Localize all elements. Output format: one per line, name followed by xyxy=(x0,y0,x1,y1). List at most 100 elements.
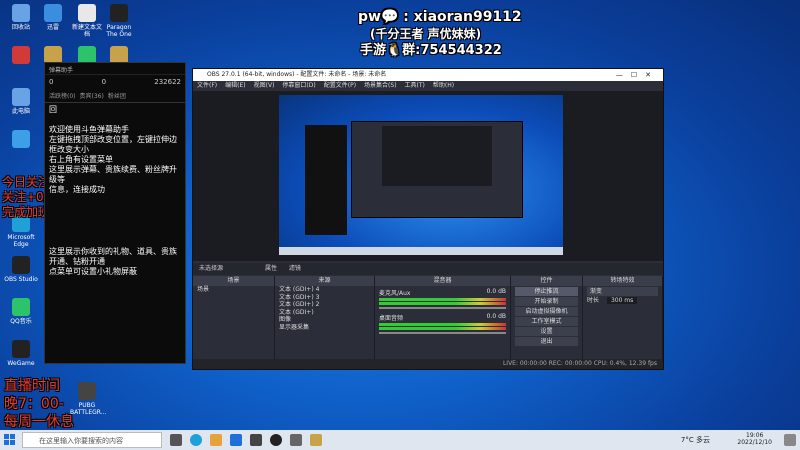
menu-file[interactable]: 文件(F) xyxy=(197,81,217,91)
obs-titlebar[interactable]: OBS 27.0.1 (64-bit, windows) - 配置文件: 未命名… xyxy=(193,69,663,81)
tab-fans[interactable]: 粉丝团 xyxy=(108,91,126,100)
app-icon[interactable] xyxy=(290,434,302,446)
menu-view[interactable]: 视图(V) xyxy=(254,81,275,91)
virtual-camera-button[interactable]: 启动虚拟摄像机 xyxy=(515,307,578,316)
transition-select[interactable]: 渐变 xyxy=(587,287,658,296)
source-item[interactable]: 图像 xyxy=(275,316,374,324)
desktop-icon[interactable]: 回收站 xyxy=(4,4,38,31)
filters-button[interactable]: 滤镜 xyxy=(289,265,301,272)
danmaku-msg-1: 欢迎使用斗鱼弹幕助手 左键拖拽顶部改变位置，左键拉伸边框改变大小 右上角有设置菜… xyxy=(49,125,177,194)
studio-mode-button[interactable]: 工作室模式 xyxy=(515,317,578,326)
desktop-icon[interactable]: WeGame xyxy=(4,340,38,367)
scene-item[interactable]: 场景 xyxy=(193,286,274,294)
volume-slider[interactable] xyxy=(379,307,506,309)
obs-taskbar-icon[interactable] xyxy=(270,434,282,446)
notification-icon[interactable] xyxy=(784,434,796,446)
menu-docks[interactable]: 停靠窗口(D) xyxy=(282,81,315,91)
duration-row: 时长 300 ms xyxy=(583,297,662,305)
obs-preview[interactable] xyxy=(193,91,663,261)
duration-label: 时长 xyxy=(587,297,600,304)
desktop-icon-label: Paragon The One xyxy=(106,24,132,38)
mixer-channel: 麦克风/Aux 0.0 dB xyxy=(375,286,510,311)
source-item[interactable]: 文本 (GDI+) 4 xyxy=(275,286,374,294)
mixer-channel: 桌面音频 0.0 dB xyxy=(375,311,510,336)
clock-date: 2022/12/10 xyxy=(737,439,772,446)
stat-gift: 0 xyxy=(101,78,107,86)
desktop-icon[interactable]: 迅雷 xyxy=(36,4,70,31)
desktop-icon-label: 新建文本文档 xyxy=(71,24,102,38)
volume-slider[interactable] xyxy=(379,332,506,334)
desktop-icon[interactable]: PUBG BATTLEGR... xyxy=(70,382,106,416)
settings-button[interactable]: 设置 xyxy=(515,327,578,336)
source-item[interactable]: 显示器采集 xyxy=(275,324,374,332)
edge-icon[interactable] xyxy=(190,434,202,446)
app-icon xyxy=(12,46,30,64)
obs-statusbar: LIVE: 00:00:00 REC: 00:00:00 CPU: 0.4%, … xyxy=(193,359,663,369)
app-icon xyxy=(110,4,128,22)
taskbar-search-input[interactable]: 在这里输入你要搜索的内容 xyxy=(22,432,162,448)
obs-docks: 场景 场景 来源 文本 (GDI+) 4 文本 (GDI+) 3 文本 (GDI… xyxy=(193,276,663,369)
stat-like: 0 xyxy=(49,78,54,86)
start-recording-button[interactable]: 开始录制 xyxy=(515,297,578,306)
desktop-icon-label: 迅雷 xyxy=(46,24,59,31)
weather-widget[interactable]: 7°C 多云 xyxy=(681,435,710,445)
mail-icon[interactable] xyxy=(250,434,262,446)
source-item[interactable]: 文本 (GDI+) 3 xyxy=(275,294,374,302)
desktop-icon-label: Microsoft Edge xyxy=(7,234,35,248)
properties-button[interactable]: 属性 xyxy=(265,265,277,272)
mixer-dock: 混音器 麦克风/Aux 0.0 dB 桌面音频 0.0 dB xyxy=(375,276,511,369)
desktop-icon-label: 此电脑 xyxy=(11,108,30,115)
task-view-icon[interactable] xyxy=(170,434,182,446)
app-icon xyxy=(12,298,30,316)
game-icon[interactable] xyxy=(310,434,322,446)
danmaku-panel[interactable]: 弹幕助手 0 0 232622 活跃榜(0) 贵宾(36) 粉丝团 回 欢迎使用… xyxy=(44,62,186,364)
desktop-icon[interactable]: 此电脑 xyxy=(4,88,38,115)
obs-window[interactable]: OBS 27.0.1 (64-bit, windows) - 配置文件: 未命名… xyxy=(192,68,664,370)
taskbar-clock[interactable]: 19:06 2022/12/10 xyxy=(737,432,772,446)
desktop-icon[interactable] xyxy=(4,46,38,66)
desktop-icon[interactable]: Paragon The One xyxy=(102,4,136,38)
menu-tools[interactable]: 工具(T) xyxy=(405,81,425,91)
app-icon xyxy=(12,88,30,106)
tab-active-rank[interactable]: 活跃榜(0) xyxy=(49,91,76,100)
menu-edit[interactable]: 编辑(E) xyxy=(225,81,245,91)
source-item[interactable]: 文本 (GDI+) 2 xyxy=(275,301,374,309)
tab-vip[interactable]: 贵宾(36) xyxy=(80,91,104,100)
stat-hot: 232622 xyxy=(154,78,181,86)
volume-meter xyxy=(379,298,506,301)
app-icon xyxy=(12,4,30,22)
desktop-icon[interactable]: OBS Studio xyxy=(4,256,38,283)
folder-icon[interactable] xyxy=(210,434,222,446)
menu-help[interactable]: 帮助(H) xyxy=(433,81,454,91)
menu-profile[interactable]: 配置文件(P) xyxy=(324,81,356,91)
store-icon[interactable] xyxy=(230,434,242,446)
app-icon xyxy=(12,256,30,274)
window-controls[interactable]: —☐✕ xyxy=(616,69,659,81)
desktop-icon[interactable]: 新建文本文档 xyxy=(70,4,104,38)
danmaku-msg-0: 回 xyxy=(49,105,57,114)
desktop-icon[interactable]: QQ音乐 xyxy=(4,298,38,325)
app-icon xyxy=(78,382,96,400)
source-item[interactable]: 文本 (GDI+) xyxy=(275,309,374,317)
desktop-icon[interactable] xyxy=(4,130,38,150)
preview-canvas xyxy=(279,95,563,255)
preview-taskbar xyxy=(279,247,563,255)
overlay-schedule-2: 晚7：00- xyxy=(4,396,64,412)
exit-button[interactable]: 退出 xyxy=(515,337,578,346)
volume-meter xyxy=(379,323,506,326)
taskbar: 在这里输入你要搜索的内容 7°C 多云 19:06 2022/12/10 xyxy=(0,430,800,450)
app-icon xyxy=(44,4,62,22)
overlay-schedule-3: 每周一休息 xyxy=(4,414,74,430)
preview-nested-obs xyxy=(351,121,523,218)
danmaku-title: 弹幕助手 xyxy=(45,63,185,75)
stop-streaming-button[interactable]: 停止推流 xyxy=(515,287,578,296)
volume-meter xyxy=(379,302,506,305)
desktop-icon-label: 回收站 xyxy=(11,24,30,31)
windows-start-icon[interactable] xyxy=(4,434,16,446)
menu-scene-collection[interactable]: 场景集合(S) xyxy=(364,81,397,91)
channel-db: 0.0 dB xyxy=(486,288,506,295)
danmaku-tabs: 活跃榜(0) 贵宾(36) 粉丝团 xyxy=(45,89,185,103)
clock-time: 19:06 xyxy=(746,432,764,439)
channel-name: 麦克风/Aux xyxy=(379,290,411,297)
duration-input[interactable]: 300 ms xyxy=(606,297,638,304)
